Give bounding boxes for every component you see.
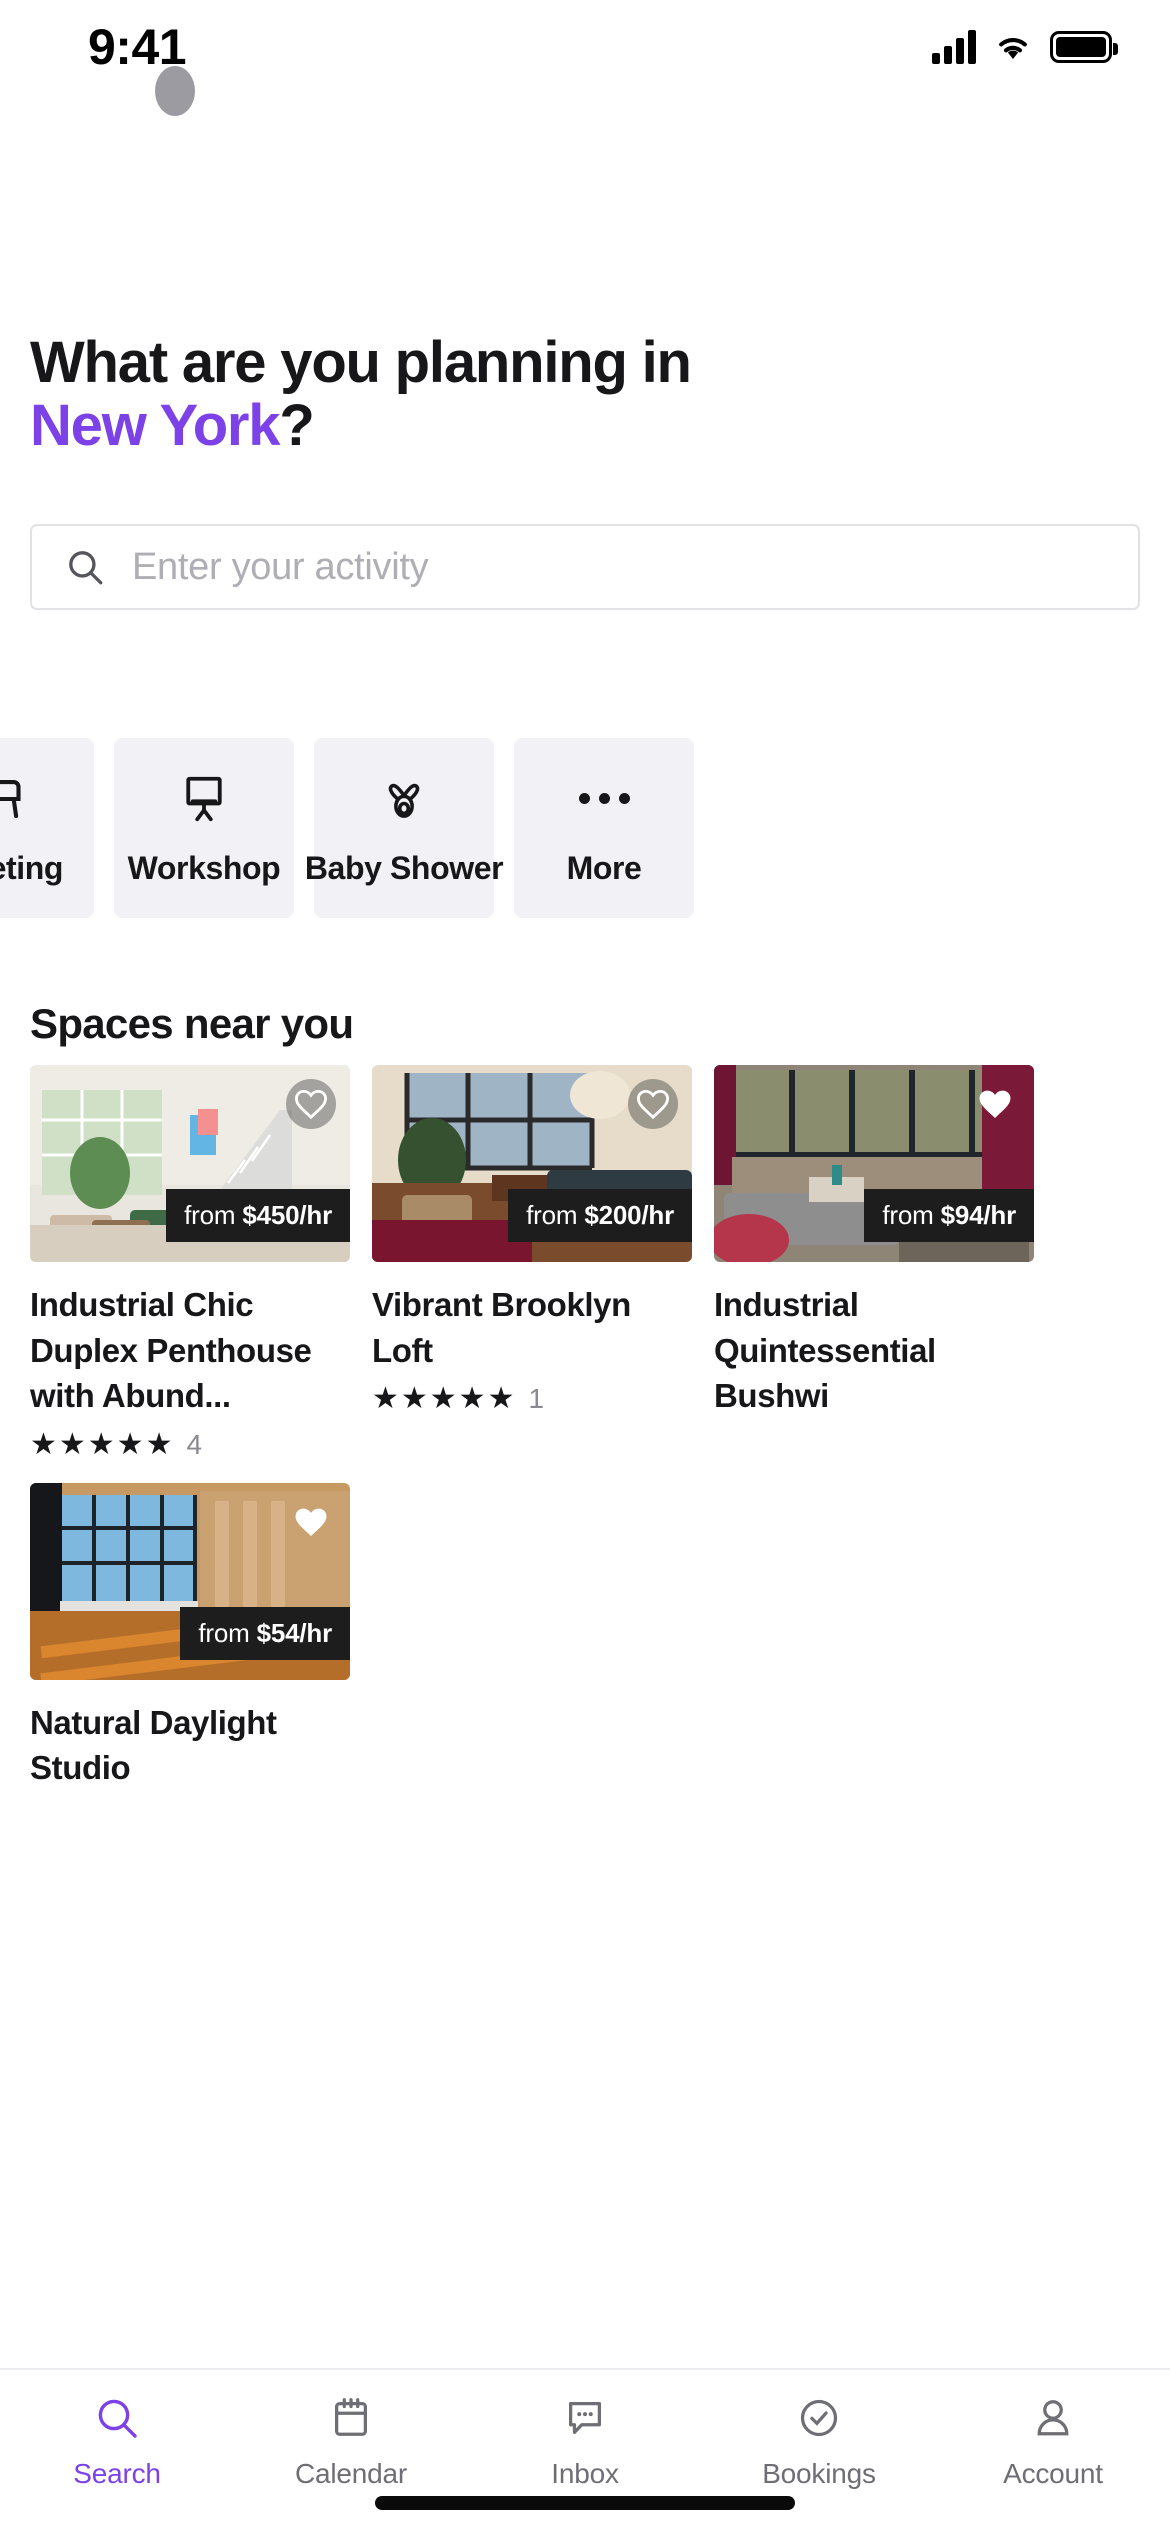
category-chip-label: Workshop (127, 849, 281, 886)
space-rating: ★★★★★ 4 (30, 1429, 350, 1461)
price-prefix: from (184, 1200, 236, 1230)
flipchart-easel-icon (177, 770, 231, 828)
page-title-suffix: ? (279, 392, 314, 458)
space-rating: ★★★★★ 1 (372, 1383, 692, 1415)
check-circle-icon (796, 2392, 842, 2444)
space-title: Industrial Quintessential Bushwi (714, 1286, 936, 1415)
price-badge: from $200/hr (508, 1189, 692, 1242)
spaces-grid: from $450/hr Industrial Chic Duplex Pent… (30, 1065, 1140, 1791)
ellipsis-icon (578, 770, 630, 828)
category-chip-label: Meeting (0, 849, 64, 886)
search-placeholder: Enter your activity (132, 545, 429, 588)
status-time: 9:41 (88, 19, 187, 75)
price-badge: from $450/hr (166, 1189, 350, 1242)
favorite-button[interactable] (628, 1079, 678, 1129)
rating-count: 1 (528, 1383, 545, 1415)
space-title: Vibrant Brooklyn Loft (372, 1286, 631, 1369)
search-icon (93, 2392, 141, 2444)
tab-search[interactable]: Search (0, 2392, 234, 2490)
search-input[interactable]: Enter your activity (30, 524, 1140, 610)
tab-account[interactable]: Account (936, 2392, 1170, 2490)
price-value: $54/hr (256, 1617, 333, 1648)
home-indicator (375, 2496, 795, 2510)
chat-bubble-icon (562, 2392, 608, 2444)
wifi-icon (999, 38, 1027, 59)
heart-filled-icon (979, 1090, 1011, 1118)
favorite-button[interactable] (286, 1497, 336, 1547)
price-value: $94/hr (940, 1200, 1017, 1230)
search-icon (69, 551, 103, 585)
price-prefix: from (882, 1200, 934, 1230)
category-chip-meeting[interactable]: Meeting (0, 738, 94, 918)
category-chip-more[interactable]: More (514, 738, 694, 918)
category-chip-row[interactable]: Meeting Workshop Baby Sho (0, 738, 1170, 958)
price-value: $450/hr (242, 1200, 332, 1230)
price-prefix: from (198, 1617, 250, 1648)
heart-outline-icon (636, 1089, 670, 1120)
category-chip-baby-shower[interactable]: Baby Shower (305, 738, 504, 918)
person-icon (1030, 2392, 1076, 2444)
space-photo[interactable]: from $94/hr (714, 1065, 1034, 1262)
price-badge: from $94/hr (864, 1189, 1034, 1242)
space-card[interactable]: from $200/hr Vibrant Brooklyn Loft ★★★★★… (372, 1065, 692, 1461)
category-chip-label: Baby Shower (304, 849, 504, 886)
app-screen: 9:41 What are you planning in New York? … (0, 0, 1170, 2532)
space-photo[interactable]: from $200/hr (372, 1065, 692, 1262)
price-prefix: from (526, 1200, 578, 1230)
tab-label: Inbox (551, 2458, 619, 2489)
pacifier-icon (377, 770, 431, 828)
calendar-icon (328, 2392, 374, 2444)
page-title-city: New York (30, 392, 281, 458)
category-chip-workshop[interactable]: Workshop (114, 738, 294, 918)
tab-label: Bookings (762, 2458, 876, 2489)
favorite-button[interactable] (970, 1079, 1020, 1129)
tab-label: Calendar (294, 2458, 408, 2489)
cellular-signal-icon (932, 30, 976, 64)
category-chip-label: More (566, 849, 642, 886)
heart-outline-icon (294, 1089, 328, 1120)
battery-icon (1050, 31, 1118, 63)
space-photo[interactable]: from $54/hr (30, 1482, 350, 1680)
rating-stars: ★★★★★ (30, 1427, 175, 1461)
heart-filled-icon (295, 1508, 327, 1536)
tab-label: Search (73, 2458, 161, 2489)
camera-dot (155, 66, 195, 116)
tab-label: Account (1003, 2458, 1103, 2489)
rating-stars: ★★★★★ (372, 1382, 517, 1416)
space-title: Industrial Chic Duplex Penthouse with Ab… (30, 1286, 312, 1415)
space-photo[interactable]: from $450/hr (30, 1065, 350, 1262)
price-badge: from $54/hr (180, 1606, 350, 1660)
favorite-button[interactable] (286, 1079, 336, 1129)
rating-count: 4 (186, 1428, 203, 1460)
page-title-line1: What are you planning in (30, 330, 692, 395)
meeting-chair-icon (0, 770, 33, 828)
tab-inbox[interactable]: Inbox (468, 2392, 702, 2490)
section-title: Spaces near you (30, 1000, 354, 1047)
space-title: Natural Daylight Studio (30, 1703, 277, 1787)
space-card[interactable]: from $94/hr Industrial Quintessential Bu… (714, 1065, 1034, 1461)
space-card[interactable]: from $450/hr Industrial Chic Duplex Pent… (30, 1065, 350, 1461)
space-card[interactable]: from $54/hr Natural Daylight Studio (30, 1482, 350, 1791)
status-indicators (932, 22, 1118, 64)
page-title: What are you planning in New York? (30, 330, 750, 458)
tab-bookings[interactable]: Bookings (702, 2392, 936, 2490)
tab-calendar[interactable]: Calendar (234, 2392, 468, 2490)
price-value: $200/hr (584, 1200, 674, 1230)
